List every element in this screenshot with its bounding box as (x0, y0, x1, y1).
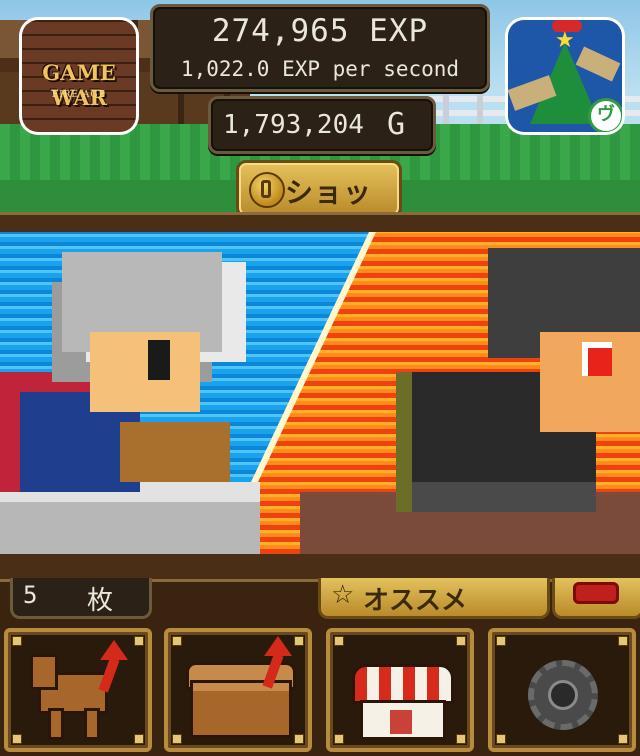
hero-eye (148, 340, 170, 380)
horse-head (30, 654, 58, 690)
shop-button[interactable]: ショップ (236, 160, 402, 249)
recommend-button[interactable]: ☆ オススメ (318, 578, 550, 619)
exp-rate: 1,022.0 EXP per second (180, 57, 460, 81)
app-badge: ヴ (588, 98, 622, 132)
hero-arm (120, 422, 230, 482)
christmas-app-ad-button[interactable]: ★ ヴ (508, 20, 622, 132)
settings-button[interactable] (488, 628, 636, 752)
gift-icon (573, 582, 619, 604)
up-arrow-icon (264, 636, 292, 656)
house-icon (330, 632, 470, 748)
gold-panel: 1,793,204 G (208, 96, 436, 154)
house-door (390, 710, 412, 734)
chest-body (190, 680, 292, 738)
horse-upgrade-button[interactable] (4, 628, 152, 752)
hero-face (90, 332, 200, 412)
enemy-eye (582, 342, 612, 376)
up-arrow-icon (100, 640, 128, 660)
recommend-label: オススメ (363, 586, 468, 616)
gold-amount: 1,793,204 (223, 110, 364, 140)
chest-upgrade-icon (168, 632, 308, 748)
coin-icon (249, 172, 285, 208)
ad-title: GAME WAR (42, 60, 116, 110)
ticket-count-number: 5 (23, 581, 38, 609)
star-icon: ☆ (331, 580, 355, 610)
house-roof (352, 664, 454, 704)
ad-subtitle: FIRE AGE (51, 90, 107, 100)
exp-panel: 274,965 EXP 1,022.0 EXP per second (150, 4, 490, 92)
game-of-war-ad-button[interactable]: GAME WAR FIRE AGE (22, 20, 136, 132)
hero-horse (0, 482, 260, 554)
ticket-count: 5 枚 (10, 578, 152, 619)
gift-button[interactable] (552, 578, 640, 619)
exp-total: 274,965 EXP (211, 13, 429, 49)
gear-icon (492, 632, 632, 748)
gold-unit: G (387, 107, 406, 142)
shop-house-button[interactable] (326, 628, 474, 752)
star-icon: ★ (555, 28, 575, 53)
gear-hub (548, 680, 578, 710)
horse-upgrade-icon (8, 632, 148, 748)
chest-upgrade-button[interactable] (164, 628, 312, 752)
horse-leg (84, 708, 100, 740)
ticket-count-unit: 枚 (87, 586, 114, 616)
horse-leg (48, 708, 64, 740)
battle-banner[interactable] (0, 232, 640, 554)
